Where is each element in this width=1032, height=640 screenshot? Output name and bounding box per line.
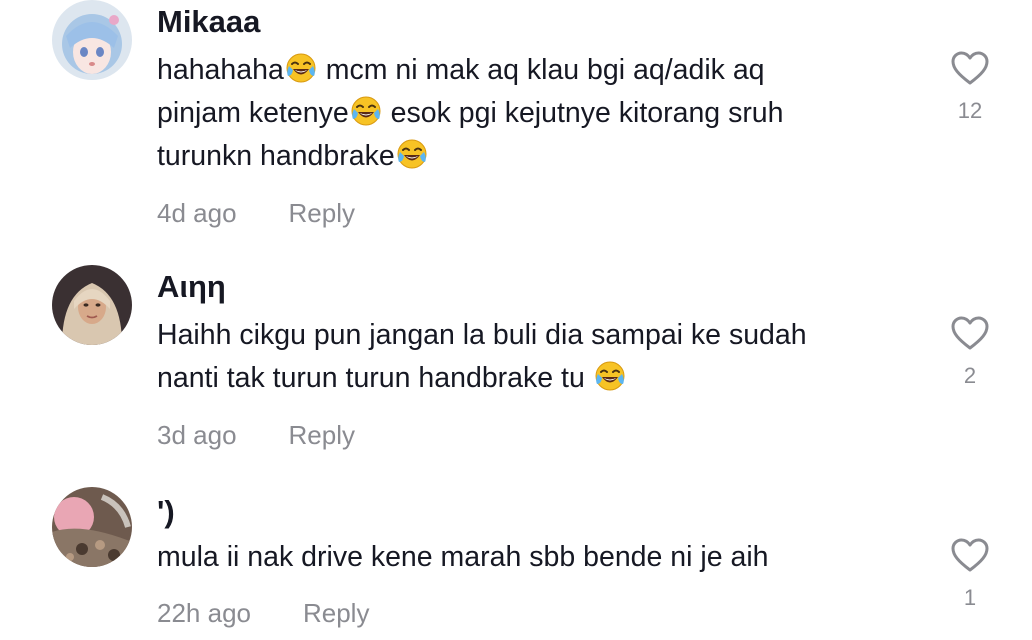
heart-outline-icon[interactable]	[950, 537, 990, 573]
reply-button[interactable]: Reply	[289, 198, 355, 228]
like-count: 1	[963, 585, 977, 610]
face-with-tears-of-joy-icon	[285, 52, 317, 84]
comment-text-segment: esok pgi kejutnye kitorang sruh	[382, 97, 784, 129]
avatar[interactable]	[52, 0, 132, 80]
comment-text: Haihh cikgu pun jangan la buli dia sampa…	[157, 314, 897, 400]
comment-text-line: nanti tak turun turun handbrake tu	[157, 357, 897, 400]
heart-outline-icon[interactable]	[950, 50, 990, 86]
like-count: 2	[963, 363, 977, 388]
heart-outline-icon[interactable]	[950, 315, 990, 351]
comment-username[interactable]: Aιηη	[157, 267, 226, 307]
comment-list: Mikaaa hahahaha mcm ni mak aq klau bgi a…	[0, 0, 1032, 640]
face-with-tears-of-joy-icon	[594, 360, 626, 392]
face-with-tears-of-joy-icon	[396, 138, 428, 170]
comment-text-segment: mcm ni mak aq klau bgi aq/adik aq	[317, 54, 765, 86]
comment-text-segment: pinjam ketenye	[157, 97, 349, 129]
reply-button[interactable]: Reply	[289, 420, 355, 450]
like-button[interactable]: 1	[949, 537, 991, 611]
comment-username[interactable]: ')	[157, 492, 175, 532]
comment-time: 4d ago	[157, 198, 237, 228]
comment-text: mula ii nak drive kene marah sbb bende n…	[157, 536, 897, 579]
face-with-tears-of-joy-icon	[350, 95, 382, 127]
comment-text: hahahaha mcm ni mak aq klau bgi aq/adik …	[157, 49, 897, 178]
comment-text-line: turunkn handbrake	[157, 135, 897, 178]
like-button[interactable]: 12	[949, 50, 991, 124]
comment-text-segment: turunkn handbrake	[157, 140, 395, 172]
avatar[interactable]	[52, 487, 132, 567]
comment-time: 22h ago	[157, 598, 251, 628]
comment-text-segment: Haihh cikgu pun jangan la buli dia sampa…	[157, 319, 807, 351]
like-count: 12	[957, 98, 983, 123]
comment-username[interactable]: Mikaaa	[157, 2, 260, 42]
comment-text-segment: hahahaha	[157, 54, 284, 86]
comment-meta: 4d ago Reply	[157, 196, 355, 230]
like-button[interactable]: 2	[949, 315, 991, 389]
comment-text-segment: nanti tak turun turun handbrake tu	[157, 362, 593, 394]
comment-text-segment: mula ii nak drive kene marah sbb bende n…	[157, 541, 769, 573]
comment-meta: 22h ago Reply	[157, 596, 369, 630]
comment-meta: 3d ago Reply	[157, 418, 355, 452]
comment-text-line: Haihh cikgu pun jangan la buli dia sampa…	[157, 314, 897, 357]
comment-text-line: pinjam ketenye esok pgi kejutnye kitoran…	[157, 92, 897, 135]
comment-text-line: hahahaha mcm ni mak aq klau bgi aq/adik …	[157, 49, 897, 92]
comment-text-line: mula ii nak drive kene marah sbb bende n…	[157, 536, 897, 579]
reply-button[interactable]: Reply	[303, 598, 369, 628]
comment-time: 3d ago	[157, 420, 237, 450]
avatar[interactable]	[52, 265, 132, 345]
